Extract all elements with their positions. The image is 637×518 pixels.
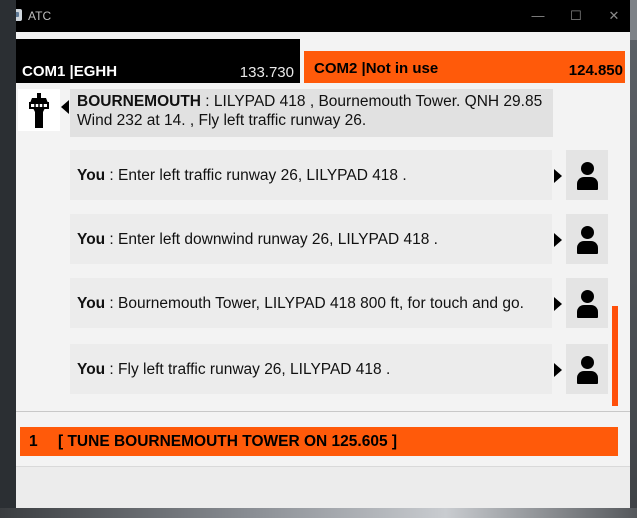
com2-label: COM2 |Not in use [314,60,439,77]
minimize-button[interactable]: — [528,6,548,26]
close-button[interactable]: ✕ [604,6,624,26]
user-message: You : Enter left traffic runway 26, LILY… [70,150,608,202]
title-bar[interactable]: ATC — ☐ ✕ [16,0,630,32]
user-message-bubble: You : Enter left downwind runway 26, LIL… [70,214,552,264]
person-icon [566,214,608,264]
user-caret-icon [554,233,562,247]
user-caret-icon [554,169,562,183]
user-message: You : Enter left downwind runway 26, LIL… [70,214,608,266]
user-message-text: : Fly left traffic runway 26, LILYPAD 41… [105,360,391,378]
user-message-bubble: You : Bournemouth Tower, LILYPAD 418 800… [70,278,552,328]
person-icon [566,150,608,200]
com1-panel[interactable]: COM1 |EGHH 133.730 [16,39,300,83]
atc-caret-icon [61,100,69,114]
background-right [630,40,637,518]
person-icon [566,278,608,328]
maximize-button[interactable]: ☐ [566,6,586,26]
com2-panel[interactable]: COM2 |Not in use 124.850 [304,51,625,83]
user-caret-icon [554,363,562,377]
footer-panel [16,466,630,508]
background-left [0,0,16,518]
option-label: [ TUNE BOURNEMOUTH TOWER ON 125.605 ] [58,433,398,450]
user-message-bubble: You : Enter left traffic runway 26, LILY… [70,150,552,200]
user-message: You : Bournemouth Tower, LILYPAD 418 800… [70,278,608,330]
message-list[interactable]: BOURNEMOUTH : LILYPAD 418 , Bournemouth … [16,87,630,405]
user-speaker: You [77,166,106,184]
person-icon [566,344,608,394]
com-bar: COM1 |EGHH 133.730 COM2 |Not in use 124.… [16,39,630,83]
user-message: You : Fly left traffic runway 26, LILYPA… [70,344,608,396]
control-tower-icon [18,89,60,131]
com2-frequency: 124.850 [568,62,623,79]
com1-frequency: 133.730 [239,64,294,81]
atc-speaker: BOURNEMOUTH [77,93,201,110]
option-number: 1 [29,433,38,450]
user-caret-icon [554,297,562,311]
user-message-bubble: You : Fly left traffic runway 26, LILYPA… [70,344,552,394]
atc-window: ATC — ☐ ✕ COM1 |EGHH 133.730 COM2 |Not i… [16,0,630,508]
atc-app-icon [16,9,22,21]
user-speaker: You [77,294,106,312]
com1-label: COM1 |EGHH [22,63,118,80]
user-speaker: You [77,230,106,248]
scrollbar-thumb[interactable] [612,306,618,406]
divider [16,411,630,412]
window-title: ATC [28,9,52,23]
background-bottom [0,508,637,518]
user-message-text: : Enter left downwind runway 26, LILYPAD… [105,230,438,248]
atc-message-bubble: BOURNEMOUTH : LILYPAD 418 , Bournemouth … [70,89,553,137]
option-tune-tower[interactable]: 1 [ TUNE BOURNEMOUTH TOWER ON 125.605 ] [20,427,618,456]
user-message-text: : Enter left traffic runway 26, LILYPAD … [105,166,407,184]
atc-message: BOURNEMOUTH : LILYPAD 418 , Bournemouth … [16,87,554,139]
user-message-text: : Bournemouth Tower, LILYPAD 418 800 ft,… [105,294,524,312]
user-speaker: You [77,360,106,378]
